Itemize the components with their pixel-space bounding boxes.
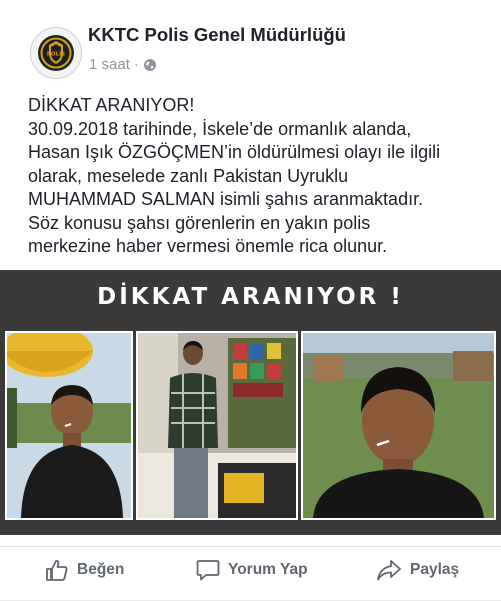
post-meta: 1 saat · <box>89 56 157 73</box>
post-text-line: DİKKAT ARANIYOR! <box>28 95 195 115</box>
page-avatar[interactable]: POLİS <box>30 27 82 79</box>
post-card: POLİS KKTC Polis Genel Müdürlüğü 1 saat … <box>0 0 501 600</box>
post-text-line: Hasan Işık ÖZGÖÇMEN’in öldürülmesi olayı… <box>28 142 441 162</box>
suspect-photo-3 <box>301 331 496 520</box>
thumbs-up-icon <box>46 560 68 581</box>
post-text-line: 30.09.2018 tarihinde, İskele’de ormanlık… <box>28 118 412 139</box>
page-name-link[interactable]: KKTC Polis Genel Müdürlüğü <box>88 24 346 46</box>
like-label: Beğen <box>77 561 125 578</box>
comment-label: Yorum Yap <box>228 561 308 578</box>
post-text-line: Söz konusu şahsı görenlerin en yakın pol… <box>28 212 371 233</box>
banner-title: DİKKAT ARANIYOR ! <box>97 284 404 310</box>
police-badge-icon: POLİS <box>38 35 74 71</box>
suspect-photo-3-image <box>303 333 494 518</box>
post-header: POLİS KKTC Polis Genel Müdürlüğü 1 saat … <box>0 0 501 86</box>
meta-separator: · <box>133 56 139 73</box>
suspect-photo-2-image <box>138 333 296 518</box>
post-text-line: MUHAMMAD SALMAN isimli şahıs aranmaktadı… <box>28 189 424 209</box>
suspect-photo-1 <box>5 331 133 520</box>
post-text-line: olarak, meselede zanlı Pakistan Uyruklu <box>28 165 349 186</box>
share-arrow-icon <box>377 560 401 581</box>
comment-icon <box>196 560 220 581</box>
post-time[interactable]: 1 saat <box>89 56 130 73</box>
like-button[interactable]: Beğen <box>45 559 124 581</box>
suspect-photo-1-image <box>7 333 131 518</box>
post-actions: Beğen Yorum Yap Paylaş <box>0 546 501 601</box>
post-text-line: merkezine haber vermesi önemle rica olun… <box>28 236 388 256</box>
globe-icon[interactable] <box>143 58 157 72</box>
share-button[interactable]: Paylaş <box>376 559 459 581</box>
post-text: DİKKAT ARANIYOR! 30.09.2018 tarihinde, İ… <box>28 94 498 259</box>
suspect-photo-2 <box>136 331 298 520</box>
avatar-text: POLİS <box>47 51 65 58</box>
post-image[interactable]: DİKKAT ARANIYOR ! <box>0 270 501 535</box>
share-label: Paylaş <box>410 561 460 578</box>
comment-button[interactable]: Yorum Yap <box>196 559 308 581</box>
